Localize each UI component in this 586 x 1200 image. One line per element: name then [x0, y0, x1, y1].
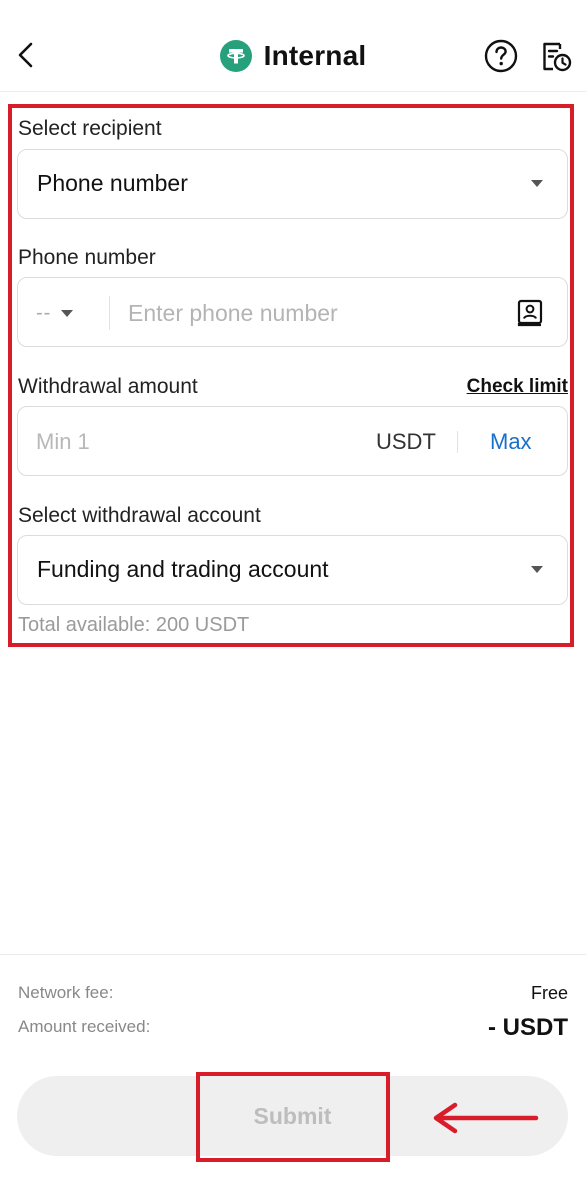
history-document-icon [543, 42, 572, 72]
help-button[interactable] [483, 38, 519, 74]
tether-icon [219, 40, 252, 72]
check-limit-link[interactable]: Check limit [467, 376, 568, 398]
phone-label: Phone number [18, 246, 156, 269]
history-button[interactable] [538, 38, 574, 74]
submit-button[interactable]: Submit [17, 1076, 568, 1156]
divider [109, 296, 110, 330]
divider [0, 954, 586, 955]
phone-field: -- [17, 277, 568, 347]
recipient-selected-value: Phone number [37, 170, 188, 196]
caret-down-icon [531, 180, 543, 187]
total-available: Total available: 200 USDT [18, 614, 250, 636]
phone-number-input[interactable] [128, 294, 498, 332]
account-select[interactable]: Funding and trading account [17, 535, 568, 605]
country-code-select[interactable]: -- [36, 300, 74, 326]
max-button[interactable]: Max [490, 429, 532, 455]
network-fee-label: Network fee: [18, 983, 114, 1002]
amount-input[interactable] [36, 423, 336, 461]
account-label: Select withdrawal account [18, 504, 261, 527]
amount-unit: USDT [376, 429, 436, 454]
amount-field: USDT Max [17, 406, 568, 476]
caret-down-icon [61, 309, 74, 317]
network-fee-value: Free [530, 983, 568, 1003]
country-code-value: -- [36, 301, 52, 324]
recipient-label: Select recipient [18, 117, 162, 140]
contacts-button[interactable] [517, 299, 543, 327]
divider [457, 431, 458, 453]
amount-label: Withdrawal amount [18, 375, 198, 398]
amount-received-label: Amount received: [18, 1017, 151, 1036]
account-selected-value: Funding and trading account [37, 556, 329, 582]
caret-down-icon [531, 566, 543, 573]
top-bar: Internal [0, 0, 586, 92]
recipient-select[interactable]: Phone number [17, 149, 568, 219]
page-title: Internal [263, 40, 367, 71]
help-circle-icon [484, 39, 518, 73]
amount-received-value: - USDT [488, 1014, 568, 1041]
contact-book-icon [517, 299, 543, 327]
